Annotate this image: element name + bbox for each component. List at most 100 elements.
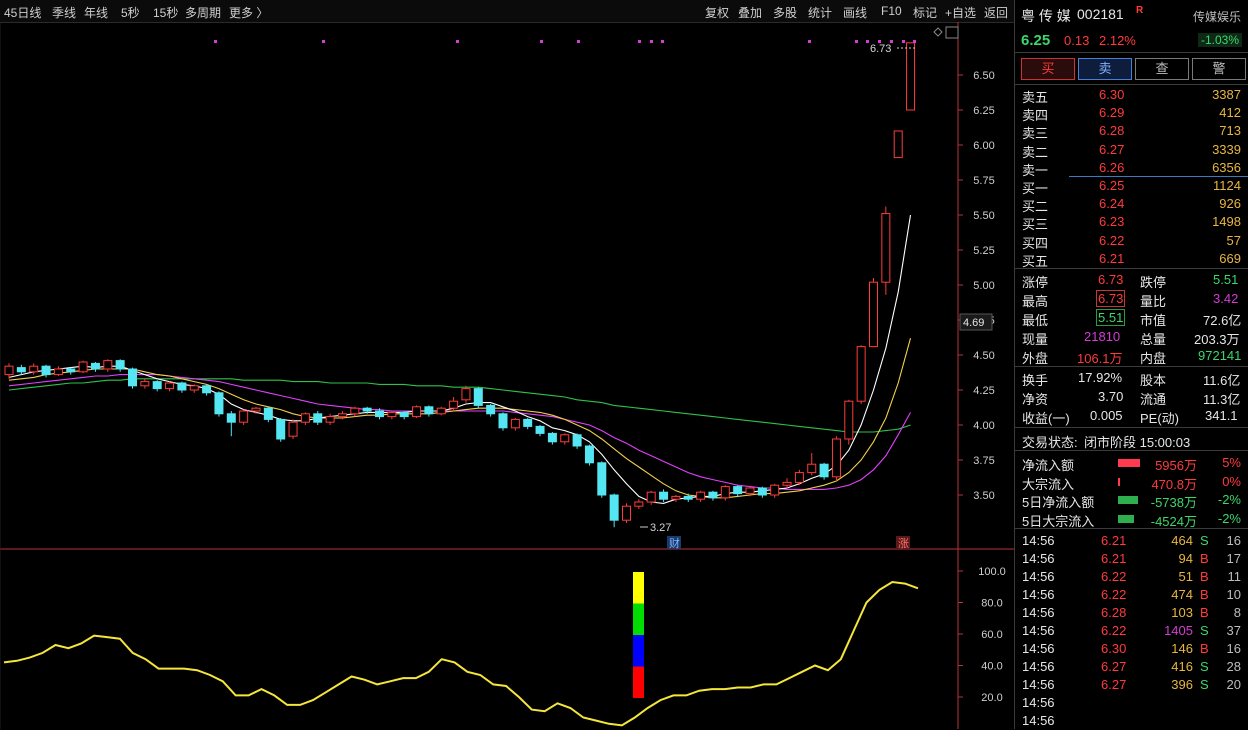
candle[interactable] [720,485,730,501]
candle[interactable] [276,418,286,442]
candle[interactable] [387,411,397,420]
candle[interactable] [547,432,557,445]
candle[interactable] [881,206,891,295]
candle[interactable] [140,378,150,389]
candle[interactable] [53,366,63,376]
kline-chart[interactable]: 6.506.256.005.755.505.255.004.754.504.25… [0,22,1014,729]
tab-45day[interactable]: 45日线 [4,4,41,21]
candle[interactable] [597,461,607,498]
candle[interactable] [770,483,780,498]
event-marker[interactable] [913,40,916,43]
tab-15sec[interactable]: 15秒 [153,4,178,21]
more-menu[interactable]: 更多 〉 [229,4,268,21]
candle[interactable] [523,418,533,430]
zhang-badge[interactable]: 涨 [898,537,909,550]
candle[interactable] [560,433,570,445]
event-marker[interactable] [322,40,325,43]
adjust-button[interactable]: 复权 [705,4,729,21]
candle[interactable] [498,412,508,431]
candle[interactable] [239,409,249,425]
candle[interactable] [659,489,669,502]
candle[interactable] [399,411,409,420]
candle[interactable] [906,42,916,111]
candle[interactable] [189,384,199,393]
candle[interactable] [313,411,323,425]
candle[interactable] [325,413,335,425]
candle[interactable] [535,425,545,437]
event-marker[interactable] [661,40,664,43]
candle[interactable] [412,405,422,418]
event-marker[interactable] [650,40,653,43]
candle[interactable] [510,418,520,431]
event-marker[interactable] [214,40,217,43]
f10-button[interactable]: F10 [881,4,902,18]
tab-year[interactable]: 年线 [84,4,108,21]
back-button[interactable]: 返回 [984,4,1008,21]
candle[interactable] [473,387,483,409]
candle[interactable] [461,385,471,403]
candle[interactable] [794,469,804,486]
candle[interactable] [671,495,681,502]
bid-row[interactable]: 买五 6.21 669 [1015,250,1248,269]
candle[interactable] [177,381,187,393]
candle[interactable] [819,462,829,480]
candle[interactable] [66,367,76,375]
alert-button[interactable]: 警 [1192,58,1246,80]
bid-row[interactable]: 买三 6.23 1498 [1015,213,1248,232]
candle[interactable] [103,359,113,372]
candle[interactable] [757,486,767,498]
stats-button[interactable]: 统计 [808,4,832,21]
event-marker[interactable] [866,40,869,43]
candle[interactable] [152,380,162,392]
candle[interactable] [584,444,594,466]
candle[interactable] [708,490,718,501]
ask-row[interactable]: 卖二 6.27 3339 [1015,141,1248,160]
candle[interactable] [16,364,26,375]
buy-button[interactable]: 买 [1021,58,1075,80]
candle[interactable] [733,485,743,497]
candle[interactable] [90,362,100,372]
ask-row[interactable]: 卖五 6.30 3387 [1015,86,1248,105]
candle[interactable] [165,381,175,392]
multi-stock-button[interactable]: 多股 [773,4,797,21]
candle[interactable] [609,493,619,528]
mark-button[interactable]: 标记 [913,4,937,21]
query-button[interactable]: 查 [1135,58,1189,80]
bid-row[interactable]: 买二 6.24 926 [1015,195,1248,214]
bid-row[interactable]: 买一 6.25 1124 [1015,177,1248,196]
diamond-icon[interactable] [933,27,943,37]
cai-badge[interactable]: 财 [669,536,680,550]
candle[interactable] [115,359,125,372]
tab-5sec[interactable]: 5秒 [121,4,140,21]
overlay-button[interactable]: 叠加 [738,4,762,21]
event-marker[interactable] [902,40,905,43]
candle[interactable] [869,278,878,348]
event-marker[interactable] [855,40,858,43]
tab-quarter[interactable]: 季线 [52,4,76,21]
candle[interactable] [202,384,212,396]
candle[interactable] [226,411,236,437]
candle[interactable] [856,345,866,404]
event-marker[interactable] [456,40,459,43]
ask-row[interactable]: 卖三 6.28 713 [1015,122,1248,141]
candle[interactable] [844,399,854,445]
event-marker[interactable] [540,40,543,43]
candle[interactable] [288,419,298,439]
candle[interactable] [486,404,496,417]
candle[interactable] [214,391,224,417]
candle[interactable] [263,406,273,423]
candle[interactable] [436,406,446,416]
candle[interactable] [622,503,631,523]
candle[interactable] [350,406,360,417]
event-marker[interactable] [577,40,580,43]
candle[interactable] [831,436,841,481]
ask-row[interactable]: 卖四 6.29 412 [1015,104,1248,123]
draw-button[interactable]: 画线 [843,4,867,21]
candle[interactable] [300,412,310,425]
minimize-icon[interactable] [945,26,959,39]
event-marker[interactable] [808,40,811,43]
sector-name[interactable]: 传媒娱乐 [1193,8,1241,25]
candle[interactable] [424,405,434,417]
candle[interactable] [572,433,582,449]
bid-row[interactable]: 买四 6.22 57 [1015,232,1248,251]
